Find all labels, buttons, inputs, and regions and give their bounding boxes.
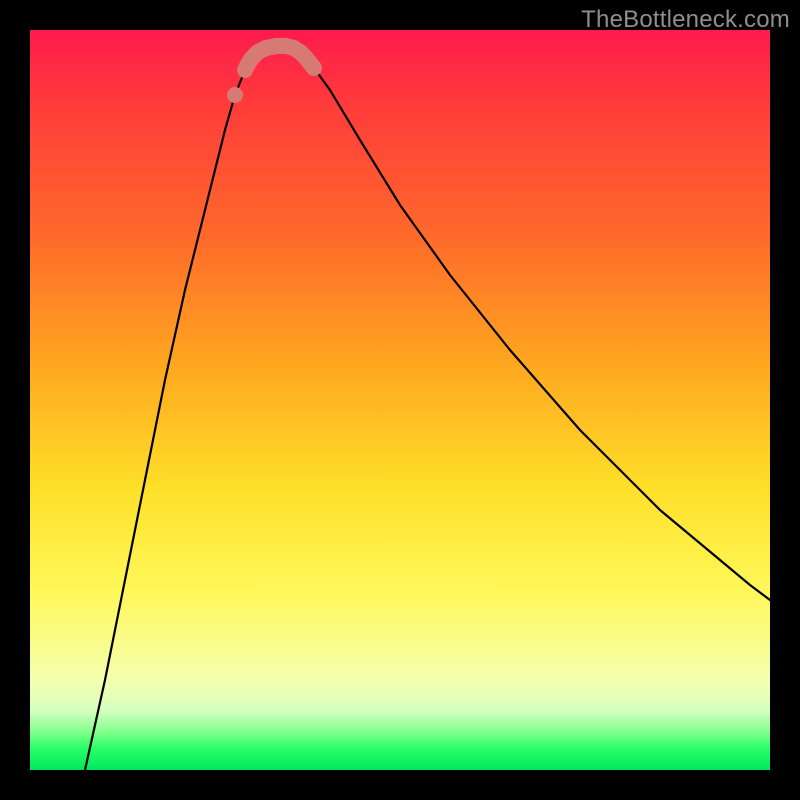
plot-area: [30, 30, 770, 770]
bottleneck-curve: [85, 46, 770, 770]
overlap-band: [245, 46, 314, 70]
overlap-dot: [227, 87, 243, 103]
chart-frame: TheBottleneck.com: [0, 0, 800, 800]
curve-layer: [30, 30, 770, 770]
